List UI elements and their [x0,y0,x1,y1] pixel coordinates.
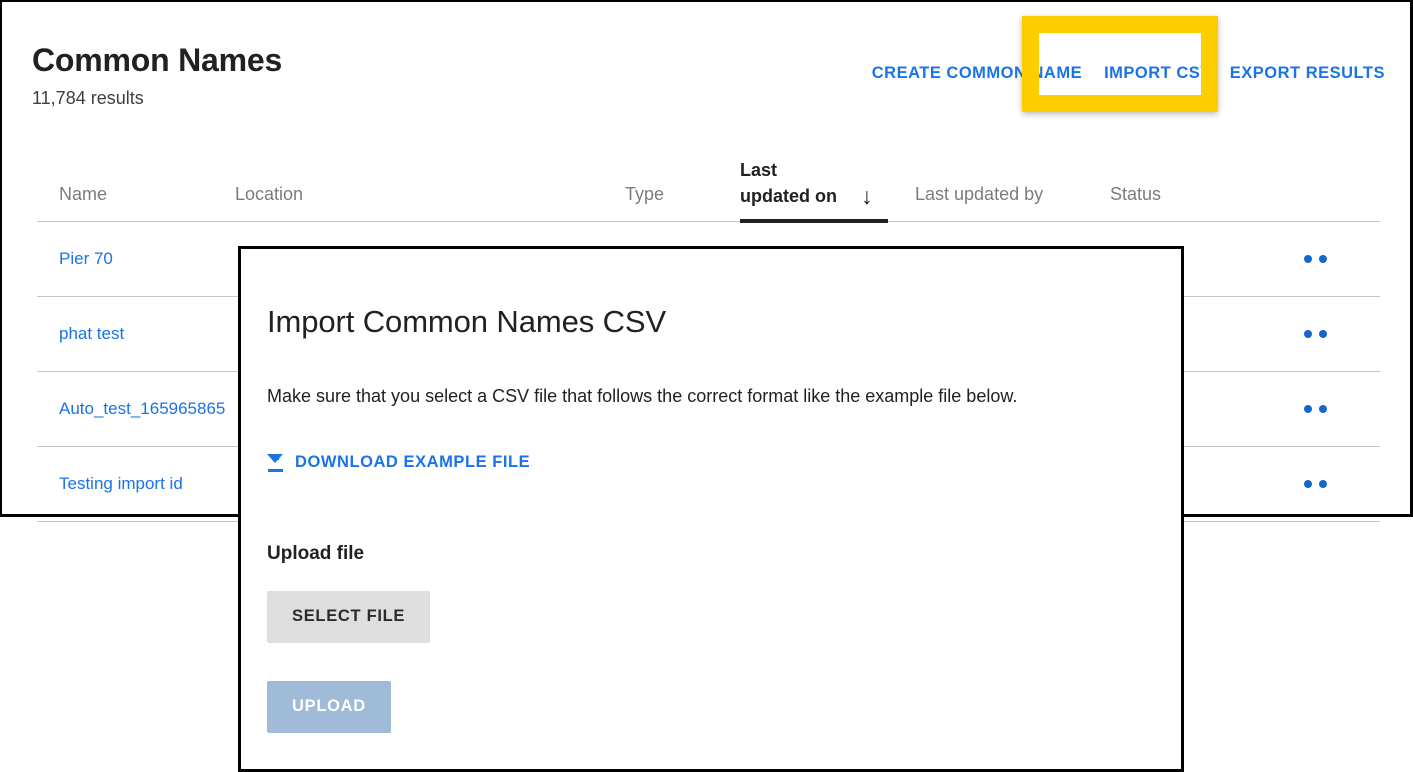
row-actions-menu-button[interactable] [1260,330,1370,338]
column-header-last-updated-on-label: Last updated on [740,157,845,209]
import-csv-button[interactable]: IMPORT CSV [1104,58,1212,89]
row-actions-menu-button[interactable] [1260,255,1370,263]
column-header-status[interactable]: Status [1110,181,1290,221]
column-header-name[interactable]: Name [37,181,235,221]
column-header-location[interactable]: Location [235,181,625,221]
export-results-button[interactable]: EXPORT RESULTS [1230,58,1385,89]
column-header-last-updated-on[interactable]: Last updated on ↓ [740,157,915,221]
sort-descending-arrow-icon: ↓ [861,183,873,209]
more-options-icon [1304,480,1327,488]
row-name-link[interactable]: Pier 70 [37,247,235,271]
row-name-link[interactable]: Auto_test_165965865 [37,397,235,421]
row-name-link[interactable]: Testing import id [37,472,235,496]
download-example-file-link[interactable]: DOWNLOAD EXAMPLE FILE [267,453,530,472]
upload-file-label: Upload file [267,541,1155,567]
dialog-description: Make sure that you select a CSV file tha… [267,383,1155,409]
header-actions: CREATE COMMON NAME IMPORT CSV EXPORT RES… [872,58,1385,89]
results-count: 11,784 results [32,86,1385,110]
row-name-link[interactable]: phat test [37,322,235,346]
row-actions-menu-button[interactable] [1260,405,1370,413]
upload-button: UPLOAD [267,681,391,733]
dialog-title: Import Common Names CSV [267,303,1155,341]
row-actions-menu-button[interactable] [1260,480,1370,488]
select-file-button[interactable]: SELECT FILE [267,591,430,643]
table-header-row: Name Location Type Last updated on ↓ Las… [37,152,1380,222]
more-options-icon [1304,255,1327,263]
download-example-file-label: DOWNLOAD EXAMPLE FILE [295,453,530,472]
column-header-last-updated-by[interactable]: Last updated by [915,181,1110,221]
download-icon [267,454,284,472]
more-options-icon [1304,330,1327,338]
column-header-type[interactable]: Type [625,181,740,221]
create-common-name-button[interactable]: CREATE COMMON NAME [872,58,1082,89]
dialog-content: Import Common Names CSV Make sure that y… [241,249,1181,733]
screenshot-canvas: Common Names 11,784 results CREATE COMMO… [0,0,1413,772]
import-csv-dialog: Import Common Names CSV Make sure that y… [238,246,1184,772]
more-options-icon [1304,405,1327,413]
